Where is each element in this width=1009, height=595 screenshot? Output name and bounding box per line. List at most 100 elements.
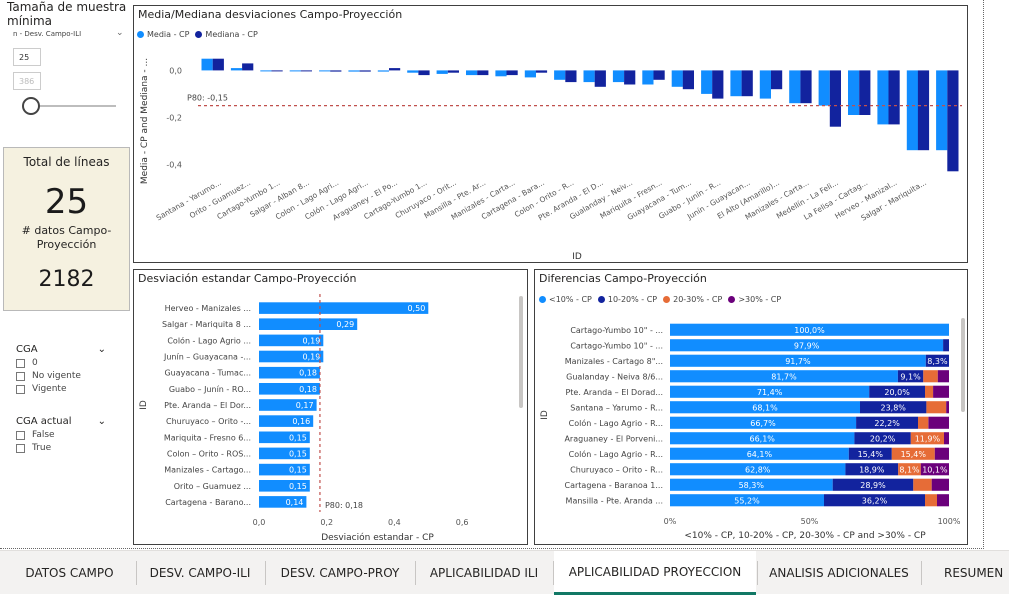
bar-mediana[interactable] — [771, 70, 783, 90]
cga-slicer: CGA ⌄ 0 No vigente Vigente — [16, 344, 106, 394]
bar-media[interactable] — [759, 70, 771, 99]
bar-mediana[interactable] — [447, 70, 459, 73]
bar-mediana[interactable] — [535, 70, 548, 73]
bar-mediana[interactable] — [917, 70, 930, 151]
tab-aplicabilidad-proyeccion[interactable]: APLICABILIDAD PROYECCION — [554, 551, 756, 595]
y-tick-label: Cartago-Yumbo 10" - ... — [570, 341, 663, 350]
segment-gt30[interactable] — [946, 401, 949, 414]
bar-desviacion[interactable] — [259, 302, 429, 314]
bar-media[interactable] — [818, 70, 830, 106]
bar-media[interactable] — [495, 70, 507, 77]
bar-mediana[interactable] — [271, 70, 283, 72]
cga-option[interactable]: Vigente — [16, 384, 106, 394]
bar-media[interactable] — [348, 70, 360, 72]
segment-gt30[interactable] — [944, 432, 949, 445]
chevron-down-icon[interactable]: ⌄ — [98, 344, 106, 355]
scrollbar[interactable] — [519, 296, 523, 408]
bar-media[interactable] — [466, 70, 478, 76]
slider-track[interactable] — [32, 105, 116, 107]
bar-media[interactable] — [642, 70, 654, 85]
bar-mediana[interactable] — [330, 70, 342, 72]
bar-mediana[interactable] — [829, 70, 841, 127]
bar-media[interactable] — [407, 70, 419, 73]
tab-desv-campo-ili[interactable]: DESV. CAMPO-ILI — [137, 551, 263, 595]
cga-option-label: 0 — [32, 358, 38, 368]
bar-mediana[interactable] — [242, 63, 254, 71]
bar-mediana[interactable] — [624, 70, 636, 85]
bar-mediana[interactable] — [418, 70, 430, 76]
segment-gt30[interactable] — [934, 447, 949, 460]
chevron-down-icon[interactable]: ⌄ — [116, 28, 124, 38]
bar-mediana[interactable] — [594, 70, 606, 87]
scrollbar[interactable] — [961, 318, 965, 412]
slicer-field-dropdown[interactable]: n - Desv. Campo-ILI — [13, 30, 81, 38]
bar-media[interactable] — [789, 70, 801, 104]
bar-media[interactable] — [583, 70, 595, 83]
bar-media[interactable] — [877, 70, 889, 125]
bar-media[interactable] — [201, 58, 213, 71]
bar-media[interactable] — [848, 70, 860, 115]
y-tick-label: Churuyaco – Orito -... — [166, 417, 251, 426]
bar-mediana[interactable] — [888, 70, 900, 125]
checkbox[interactable] — [16, 430, 25, 440]
bar-media[interactable] — [377, 70, 389, 72]
bar-media[interactable] — [730, 70, 742, 97]
segment-gt30[interactable] — [928, 416, 949, 429]
checkbox[interactable] — [16, 384, 25, 394]
segment-gt30[interactable] — [931, 478, 949, 491]
segment-20-30[interactable] — [923, 370, 938, 383]
checkbox[interactable] — [16, 371, 25, 381]
bar-mediana[interactable] — [859, 70, 871, 115]
bar-media[interactable] — [936, 70, 948, 151]
bar-mediana[interactable] — [212, 58, 224, 71]
bar-mediana[interactable] — [712, 70, 724, 99]
tab-desv-campo-proy[interactable]: DESV. CAMPO-PROY — [266, 551, 414, 595]
bar-media[interactable] — [319, 70, 331, 72]
bar-mediana[interactable] — [653, 70, 665, 80]
bar-media[interactable] — [260, 70, 272, 72]
bar-media[interactable] — [289, 70, 301, 72]
bar-media[interactable] — [906, 70, 918, 151]
bar-media[interactable] — [612, 70, 625, 83]
tab-aplicabilidad-ili[interactable]: APLICABILIDAD ILI — [416, 551, 552, 595]
segment-gt30[interactable] — [933, 385, 949, 398]
bar-media[interactable] — [230, 68, 243, 71]
bar-mediana[interactable] — [800, 70, 812, 104]
bar-mediana[interactable] — [300, 70, 312, 72]
cga-actual-option[interactable]: False — [16, 430, 106, 440]
tab-analisis-adicionales[interactable]: ANALISIS ADICIONALES — [758, 551, 920, 595]
bar-mediana[interactable] — [359, 70, 371, 72]
bar-media[interactable] — [701, 70, 713, 94]
segment-20-30[interactable] — [925, 385, 934, 398]
segment-20-30[interactable] — [913, 478, 932, 491]
segment-20-30[interactable] — [926, 401, 947, 414]
cga-option[interactable]: 0 — [16, 358, 106, 368]
checkbox[interactable] — [16, 443, 25, 453]
bar-media[interactable] — [524, 70, 536, 78]
checkbox[interactable] — [16, 358, 25, 368]
bar-mediana[interactable] — [682, 70, 694, 90]
min-value-input[interactable]: 25 — [13, 48, 41, 66]
segment-20-30[interactable] — [918, 416, 929, 429]
bar-mediana[interactable] — [565, 70, 577, 83]
max-value-input[interactable]: 386 — [13, 72, 41, 90]
data-label: 0,50 — [407, 304, 425, 313]
cga-option[interactable]: No vigente — [16, 371, 106, 381]
tab-datos-campo[interactable]: DATOS CAMPO — [12, 551, 127, 595]
segment-20-30[interactable] — [925, 494, 937, 507]
bar-media[interactable] — [671, 70, 683, 87]
segment-gt30[interactable] — [937, 370, 949, 383]
bar-mediana[interactable] — [947, 70, 959, 172]
cga-actual-option[interactable]: True — [16, 443, 106, 453]
bar-media[interactable] — [554, 70, 566, 80]
bar-mediana[interactable] — [477, 70, 489, 76]
tab-resumen[interactable]: RESUMEN — [922, 551, 1009, 595]
segment-gt30[interactable] — [937, 494, 949, 507]
bar-mediana[interactable] — [741, 70, 753, 97]
bar-media[interactable] — [436, 70, 448, 74]
segment-10-20[interactable] — [943, 339, 949, 352]
slider-handle[interactable] — [22, 97, 40, 115]
bar-mediana[interactable] — [389, 68, 401, 71]
chevron-down-icon[interactable]: ⌄ — [98, 416, 106, 427]
bar-mediana[interactable] — [506, 70, 518, 76]
